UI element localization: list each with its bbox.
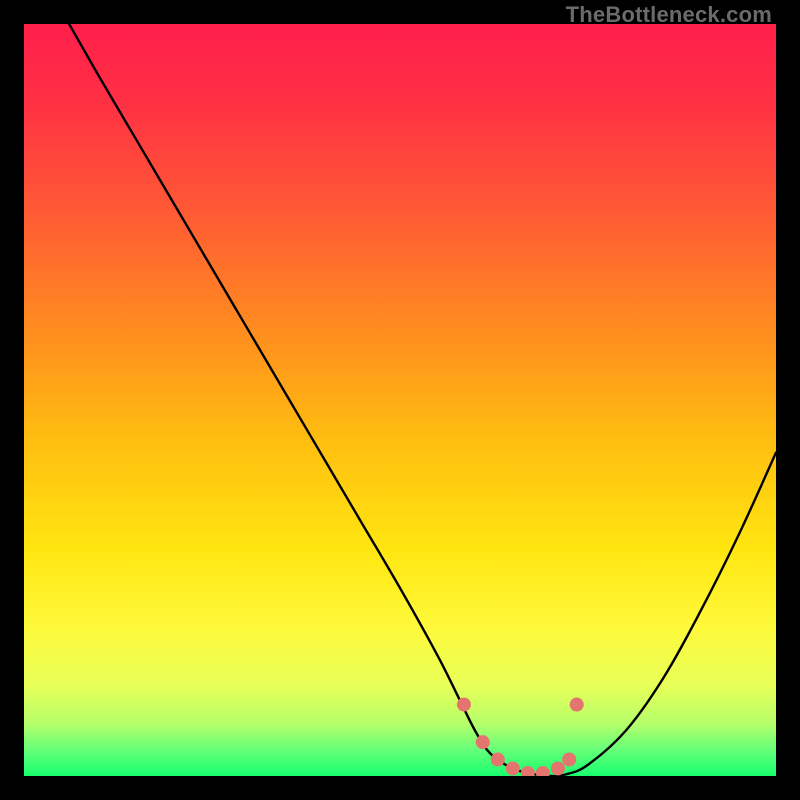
highlight-dot [476,735,490,749]
highlight-dot [562,752,576,766]
highlight-dot [491,752,505,766]
highlight-dot [570,698,584,712]
highlight-dot [551,761,565,775]
chart-svg [24,24,776,776]
highlight-dot [457,698,471,712]
chart-background [24,24,776,776]
highlight-dot [506,761,520,775]
chart-frame [24,24,776,776]
